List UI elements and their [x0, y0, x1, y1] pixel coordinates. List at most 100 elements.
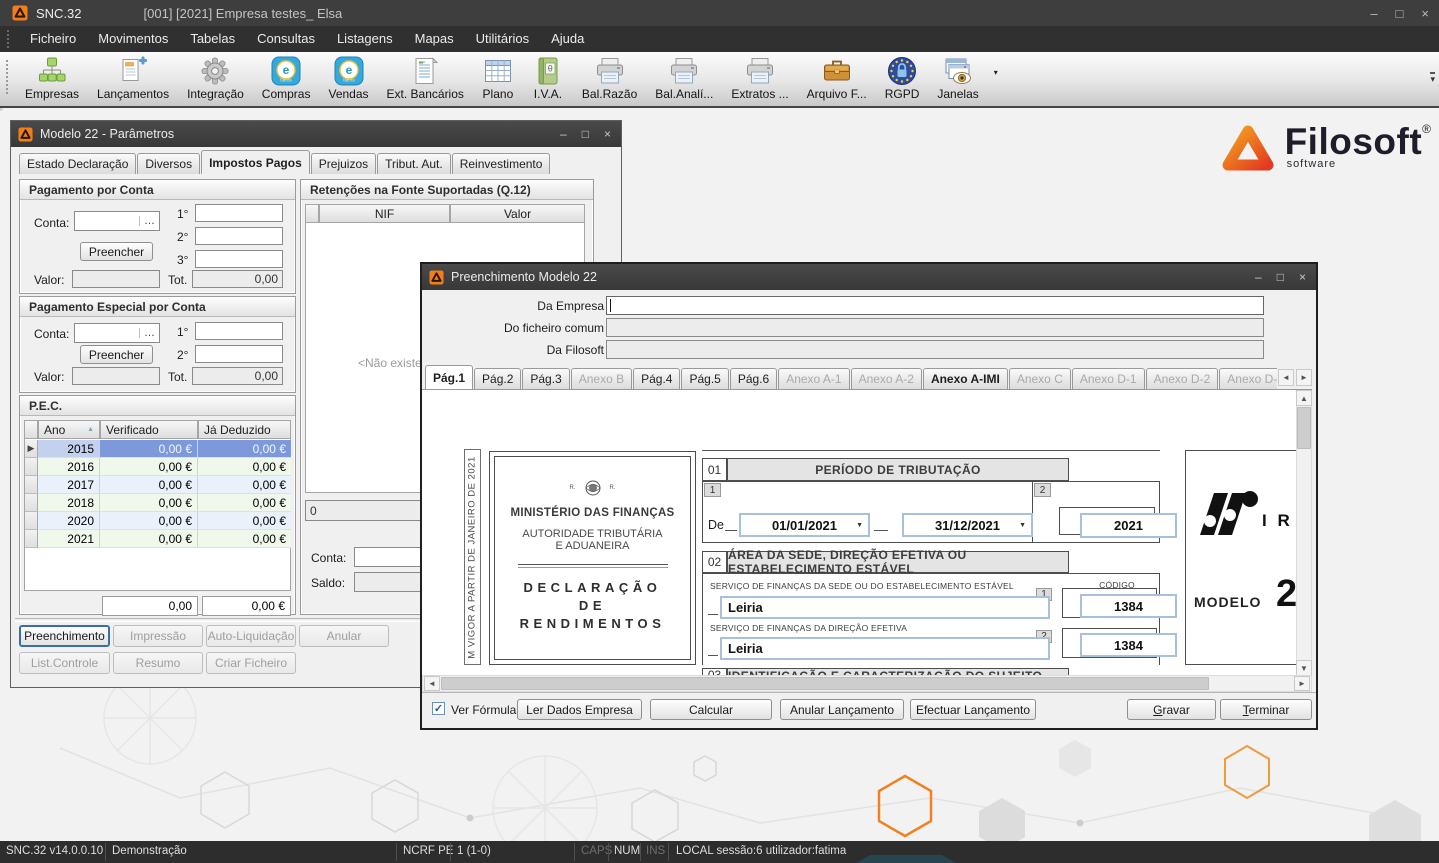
tab-pag4[interactable]: Pág.4	[633, 368, 680, 389]
ppc-preencher-button[interactable]: Preencher	[80, 242, 153, 261]
preenchimento-minimize-button[interactable]: –	[1255, 270, 1262, 284]
toolbar-extratos-button[interactable]: Extratos ...	[722, 52, 797, 101]
pec-header-deduzido[interactable]: Já Deduzido	[198, 420, 291, 439]
menu-mapas[interactable]: Mapas	[404, 26, 465, 52]
svg-text:fatura: fatura	[280, 78, 292, 83]
parametros-titlebar[interactable]: Modelo 22 - Parâmetros – □ ×	[11, 121, 621, 147]
menu-consultas[interactable]: Consultas	[246, 26, 326, 52]
date-from-combo[interactable]: 01/01/2021 ▼	[739, 513, 870, 537]
janelas-dropdown-arrow[interactable]: ▾	[988, 68, 1004, 77]
da-empresa-input[interactable]	[606, 296, 1264, 315]
gear-icon	[199, 55, 231, 87]
pe-1-input[interactable]	[195, 322, 283, 340]
ret-header-valor[interactable]: Valor	[450, 204, 585, 223]
ret-header-nif[interactable]: NIF	[319, 204, 450, 223]
parametros-minimize-button[interactable]: –	[560, 127, 567, 141]
printer-icon	[668, 55, 700, 87]
app-maximize-button[interactable]: □	[1396, 6, 1404, 21]
preenchimento-maximize-button[interactable]: □	[1277, 270, 1284, 284]
toolbar-janelas-button[interactable]: Janelas	[928, 52, 987, 101]
parametros-maximize-button[interactable]: □	[582, 127, 589, 141]
menu-utilitarios[interactable]: Utilitários	[465, 26, 540, 52]
section01-title: PERÍODO DE TRIBUTAÇÃO	[727, 458, 1069, 481]
preenchimento-close-button[interactable]: ×	[1299, 270, 1306, 284]
menubar-grip[interactable]	[7, 30, 13, 48]
pe-conta-lookup-button[interactable]: …	[139, 328, 155, 338]
tab-tribut-aut[interactable]: Tribut. Aut.	[377, 153, 451, 174]
pe-valor-label: Valor:	[34, 370, 64, 384]
tab-pag5[interactable]: Pág.5	[681, 368, 728, 389]
date-to-combo[interactable]: 31/12/2021 ▼	[902, 513, 1033, 537]
ler-dados-empresa-button[interactable]: Ler Dados Empresa	[517, 699, 642, 720]
tab-reinvestimento[interactable]: Reinvestimento	[452, 153, 551, 174]
menu-ficheiro[interactable]: Ficheiro	[19, 26, 87, 52]
tab-diversos[interactable]: Diversos	[137, 153, 200, 174]
calcular-button[interactable]: Calcular	[650, 699, 772, 720]
preenchimento-titlebar[interactable]: Preenchimento Modelo 22 – □ ×	[422, 264, 1316, 290]
tab-pag2[interactable]: Pág.2	[474, 368, 521, 389]
vertical-scroll-thumb[interactable]	[1297, 407, 1311, 449]
menu-ajuda[interactable]: Ajuda	[540, 26, 595, 52]
servico-direcao-input[interactable]: Leiria	[720, 637, 1050, 660]
tab-pag3[interactable]: Pág.3	[522, 368, 569, 389]
pec-header-ano[interactable]: Ano ▲	[38, 420, 100, 439]
app-titlebar[interactable]: SNC.32 [001] [2021] Empresa testes_ Elsa…	[0, 0, 1439, 26]
toolbar-plano-button[interactable]: Plano	[473, 52, 523, 101]
pe-preencher-button[interactable]: Preencher	[80, 345, 153, 364]
toolbar-grip[interactable]	[6, 60, 12, 94]
toolbar-empresas-button[interactable]: Empresas	[16, 52, 88, 101]
codigo2-input[interactable]: 1384	[1080, 633, 1177, 657]
toolbar-ext-bancarios-button[interactable]: Ext. Bancários	[378, 52, 473, 101]
ppc-2-input[interactable]	[195, 227, 283, 245]
ppc-conta-input[interactable]: …	[74, 211, 160, 231]
app-minimize-button[interactable]: –	[1370, 6, 1377, 21]
efectuar-lancamento-button[interactable]: Efectuar Lançamento	[910, 699, 1036, 720]
ver-formulas-checkbox[interactable]: ✓	[432, 702, 445, 715]
preenchimento-button[interactable]: Preenchimento	[19, 625, 110, 647]
tab-pag6[interactable]: Pág.6	[730, 368, 777, 389]
horizontal-scroll-thumb[interactable]	[441, 677, 1209, 690]
ppc-1-input[interactable]	[195, 204, 283, 222]
tab-impostos-pagos[interactable]: Impostos Pagos	[201, 150, 310, 174]
ppc-3-input[interactable]	[195, 250, 283, 268]
anular-lancamento-button[interactable]: Anular Lançamento	[780, 699, 904, 720]
codigo1-input[interactable]: 1384	[1080, 594, 1177, 618]
year-input[interactable]: 2021	[1080, 513, 1177, 538]
app-close-button[interactable]: ×	[1421, 6, 1429, 21]
tabs-scroll-left-button[interactable]: ◄	[1278, 369, 1294, 386]
declaracao-line2: DE	[579, 598, 606, 613]
toolbar-vendas-button[interactable]: e fatura Vendas	[319, 52, 377, 101]
toolbar-lancamentos-button[interactable]: Lançamentos	[88, 52, 178, 101]
pe-conta-input[interactable]: …	[74, 323, 160, 343]
gravar-button[interactable]: Gravar	[1127, 699, 1216, 720]
tabs-scroll-right-button[interactable]: ►	[1296, 369, 1312, 386]
toolbar-iva-button[interactable]: θ I.V.A.	[523, 52, 573, 101]
parametros-close-button[interactable]: ×	[604, 127, 611, 141]
ppc-conta-lookup-button[interactable]: …	[139, 216, 155, 226]
tab-estado-declaracao[interactable]: Estado Declaração	[19, 153, 136, 174]
pec-header-verificado[interactable]: Verificado	[100, 420, 198, 439]
tab-anexo-a-imi[interactable]: Anexo A-IMI	[923, 368, 1008, 389]
toolbar-integracao-button[interactable]: Integração	[178, 52, 253, 101]
toolbar-arquivo-button[interactable]: Arquivo F...	[798, 52, 876, 101]
servico-sede-input[interactable]: Leiria	[720, 596, 1050, 619]
filosoft-app-icon	[429, 270, 444, 285]
chevron-down-icon: ▼	[856, 522, 863, 529]
tab-pag1[interactable]: Pág.1	[425, 365, 473, 389]
scroll-up-button[interactable]: ▲	[1296, 390, 1312, 406]
pe-2-input[interactable]	[195, 345, 283, 363]
toolbar-overflow-button[interactable]: ▾	[1430, 72, 1435, 83]
tab-prejuizos[interactable]: Prejuizos	[311, 153, 376, 174]
toolbar-compras-button[interactable]: e fatura Compras	[253, 52, 320, 101]
terminar-button[interactable]: Terminar	[1220, 699, 1312, 720]
scroll-down-button[interactable]: ▼	[1296, 660, 1312, 676]
menu-tabelas[interactable]: Tabelas	[179, 26, 246, 52]
menu-movimentos[interactable]: Movimentos	[87, 26, 179, 52]
toolbar-bal-analitico-button[interactable]: Bal.Analí...	[646, 52, 722, 101]
toolbar-rgpd-button[interactable]: RGPD	[876, 52, 929, 101]
pec-title: P.E.C.	[20, 396, 295, 416]
scroll-left-button[interactable]: ◄	[424, 676, 440, 691]
scroll-right-button[interactable]: ►	[1294, 676, 1310, 691]
toolbar-bal-razao-button[interactable]: Bal.Razão	[573, 52, 646, 101]
menu-listagens[interactable]: Listagens	[326, 26, 404, 52]
